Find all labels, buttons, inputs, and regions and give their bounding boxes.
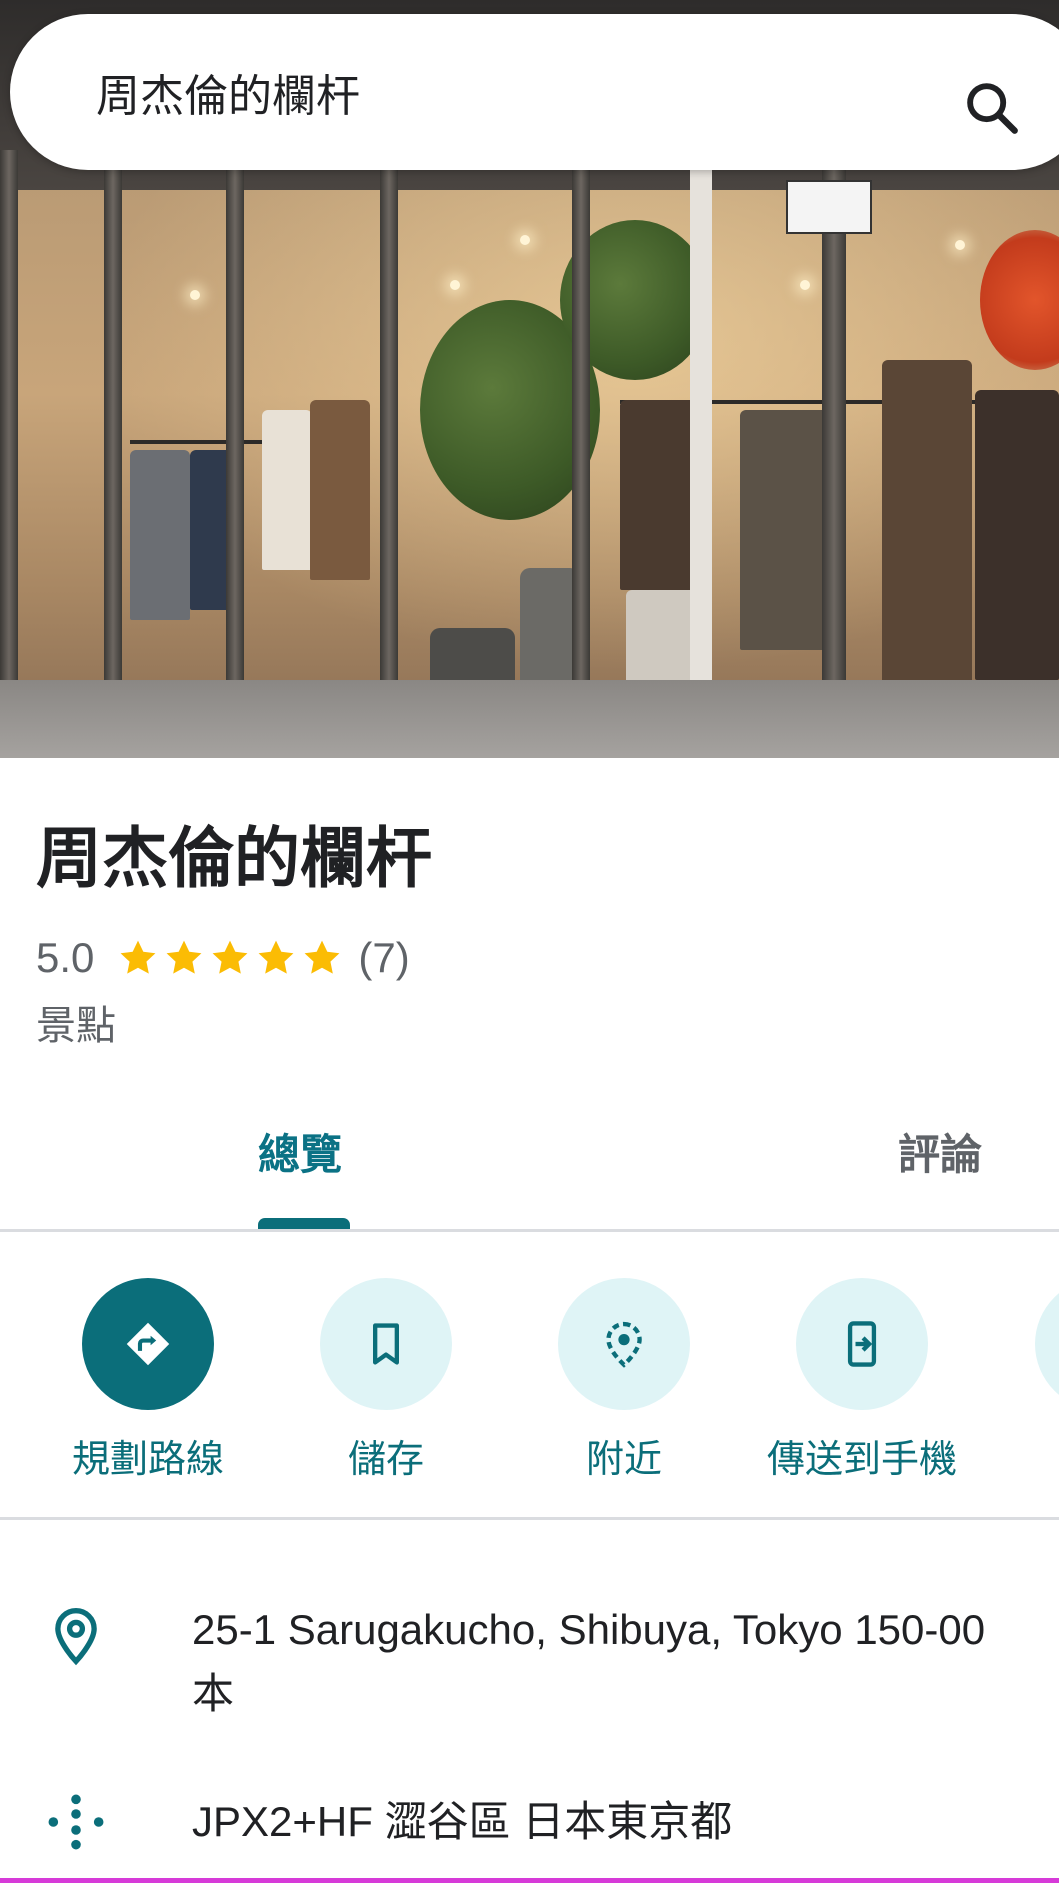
window-frame (380, 150, 398, 750)
window-frame (572, 150, 590, 750)
nearby-label: 附近 (585, 1439, 662, 1481)
plus-code-icon (48, 1794, 104, 1850)
search-input[interactable]: 周杰倫的欄杆 (96, 72, 360, 122)
street-sign (786, 180, 872, 234)
garment (310, 400, 370, 580)
directions-button[interactable]: 規劃路線 (38, 1278, 258, 1488)
tabs-divider (0, 1229, 1059, 1232)
review-count[interactable]: (7) (358, 934, 409, 982)
garment (975, 390, 1059, 680)
garment (740, 410, 830, 650)
share-button[interactable] (990, 1278, 1059, 1488)
sidewalk (0, 680, 1059, 758)
ceiling-light (190, 290, 200, 300)
rating-row[interactable]: 5.0 (7) (36, 934, 410, 982)
star-rating (116, 936, 344, 980)
address-line-1[interactable]: 25-1 Sarugakucho, Shibuya, Tokyo 150-00 (192, 1600, 985, 1660)
ceiling-light (955, 240, 965, 250)
ceiling-light (520, 235, 530, 245)
place-category: 景點 (36, 1004, 116, 1048)
address-line-2[interactable]: 本 (192, 1664, 234, 1724)
search-icon[interactable] (960, 76, 1024, 140)
star-icon (212, 940, 248, 974)
garment (882, 360, 972, 730)
tab-reviews[interactable]: 評論 (898, 1130, 982, 1180)
nearby-icon (606, 1321, 642, 1368)
star-icon (304, 940, 340, 974)
plus-code[interactable]: JPX2+HF 澀谷區 日本東京都 (192, 1792, 732, 1852)
place-title: 周杰倫的欄杆 (36, 821, 432, 895)
share-button-circle (1035, 1278, 1059, 1410)
garment (130, 450, 190, 620)
search-bar[interactable]: 周杰倫的欄杆 (10, 14, 1059, 170)
send-to-phone-icon (847, 1321, 877, 1367)
nearby-button-circle (558, 1278, 690, 1410)
garment (620, 400, 700, 590)
star-icon (120, 940, 156, 974)
directions-label: 規劃路線 (71, 1439, 224, 1481)
star-icon (166, 940, 202, 974)
save-button[interactable]: 儲存 (276, 1278, 496, 1488)
window-frame (104, 150, 122, 750)
directions-button-circle (82, 1278, 214, 1410)
save-button-circle (320, 1278, 452, 1410)
save-label: 儲存 (347, 1439, 424, 1481)
sign-pole (690, 170, 712, 758)
send-to-phone-button-circle (796, 1278, 928, 1410)
bookmark-icon (373, 1323, 399, 1365)
location-pin-icon (55, 1607, 97, 1666)
window-frame (0, 150, 18, 750)
nearby-button[interactable]: 附近 (514, 1278, 734, 1488)
window-frame (822, 150, 846, 750)
send-to-phone-label: 傳送到手機 (766, 1439, 957, 1481)
actions-divider (0, 1517, 1059, 1520)
ceiling-light (800, 280, 810, 290)
directions-icon (126, 1322, 170, 1366)
garment (262, 410, 312, 570)
star-icon (258, 940, 294, 974)
tab-overview[interactable]: 總覽 (258, 1130, 342, 1180)
ceiling-light (450, 280, 460, 290)
send-to-phone-button[interactable]: 傳送到手機 (752, 1278, 972, 1488)
bottom-edge-bar (0, 1878, 1059, 1883)
window-frame (226, 150, 244, 750)
rating-value: 5.0 (36, 934, 95, 981)
